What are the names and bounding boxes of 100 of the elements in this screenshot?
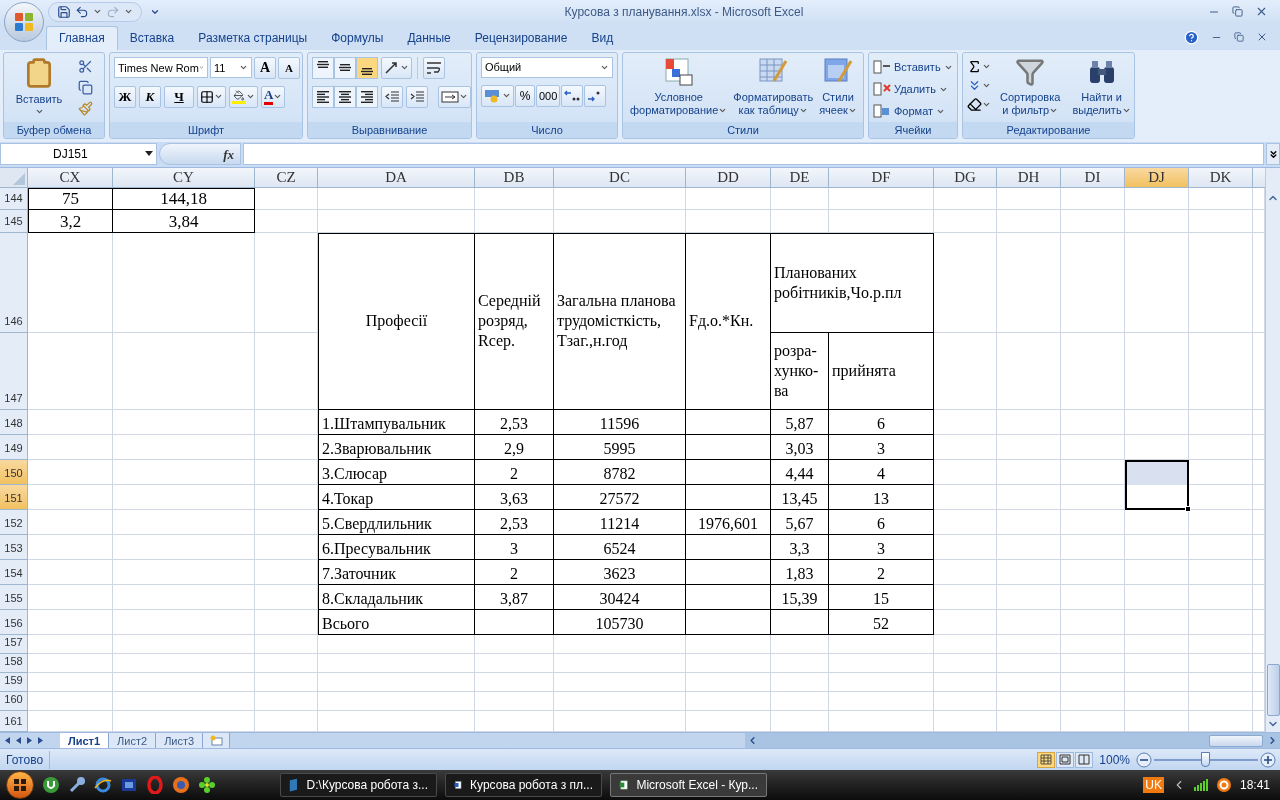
table-cell: 2: [475, 559, 554, 585]
table-cell: 13,45: [771, 484, 829, 510]
thousands-button[interactable]: 000: [536, 84, 561, 107]
table-cell: 3,87: [475, 584, 554, 610]
row-header[interactable]: 148: [0, 409, 28, 435]
table-cell: 6: [829, 509, 934, 535]
table-cell: 30424: [554, 584, 686, 610]
editing-button[interactable]: Сортировка и фильтр: [997, 56, 1064, 117]
taskbar-button[interactable]: Microsoft Excel - Кур...: [610, 773, 767, 798]
table-cell: 11596: [554, 409, 686, 435]
ribbon-tab[interactable]: Вид: [579, 25, 626, 50]
table-cell: 6524: [554, 534, 686, 560]
table-cell: 2: [475, 459, 554, 485]
table-cell: 5,67: [771, 509, 829, 535]
column-header[interactable]: DK: [1189, 167, 1253, 188]
ribbon-tab[interactable]: Данные: [395, 25, 463, 50]
ribbon-tab[interactable]: Рецензирование: [462, 25, 580, 50]
row-header[interactable]: 146: [0, 232, 28, 333]
table-cell: 3: [829, 534, 934, 560]
sheet-tab[interactable]: Лист2: [109, 733, 157, 749]
row-header[interactable]: 145: [0, 209, 28, 233]
row-header[interactable]: 154: [0, 559, 28, 585]
table-cell: Загальна планова трудомісткість, Тзаг.,н.год: [554, 232, 686, 410]
percent-button[interactable]: %: [515, 84, 535, 107]
column-header[interactable]: CZ: [255, 167, 318, 188]
bold-button[interactable]: Ж: [114, 85, 136, 108]
row-header[interactable]: 150: [0, 459, 28, 485]
ribbon-tab[interactable]: Разметка страницы: [186, 25, 320, 50]
name-box[interactable]: DJ151: [0, 143, 157, 166]
table-cell: 105730: [554, 609, 686, 635]
column-header[interactable]: DF: [829, 167, 934, 188]
row-header[interactable]: 152: [0, 509, 28, 535]
window-title: Курсова з планування.xlsx - Microsoft Excel: [563, 3, 805, 21]
font-size-field[interactable]: 11: [210, 57, 252, 79]
column-header[interactable]: DG: [934, 167, 997, 188]
column-header[interactable]: DJ: [1125, 167, 1189, 188]
row-header[interactable]: 149: [0, 434, 28, 460]
styles-button[interactable]: Стили ячеек: [816, 56, 860, 117]
cells-button[interactable]: Формат: [873, 100, 953, 122]
table-cell: 3,3: [771, 534, 829, 560]
row-header[interactable]: 155: [0, 584, 28, 610]
column-header[interactable]: DC: [554, 167, 686, 188]
table-cell: 3.Слюсар: [318, 459, 475, 485]
table-cell: 15: [829, 584, 934, 610]
zoom-level[interactable]: 100%: [1099, 750, 1130, 769]
table-cell: 13: [829, 484, 934, 510]
grow-font-button[interactable]: A: [254, 56, 276, 79]
table-cell: 4.Токар: [318, 484, 475, 510]
row-header[interactable]: 156: [0, 609, 28, 635]
sheet-tab[interactable]: Лист3: [156, 733, 204, 749]
underline-button[interactable]: Ч: [164, 85, 194, 108]
column-header[interactable]: DD: [686, 167, 771, 188]
row-header[interactable]: 153: [0, 534, 28, 560]
row-header[interactable]: 147: [0, 332, 28, 410]
table-cell: 6: [829, 409, 934, 435]
editing-button[interactable]: Найти и выделить: [1069, 56, 1134, 117]
column-header[interactable]: CY: [113, 167, 255, 188]
table-cell: 8782: [554, 459, 686, 485]
cells-button[interactable]: Вставить: [873, 56, 953, 78]
font-color-button[interactable]: A: [261, 85, 286, 108]
table-cell: 2,9: [475, 434, 554, 460]
styles-button[interactable]: Форматировать как таблицу: [730, 56, 817, 117]
column-header[interactable]: CX: [28, 167, 113, 188]
table-cell: 5,87: [771, 409, 829, 435]
table-cell: 5995: [554, 434, 686, 460]
table-cell: Планованих робітників,Чо.р.пл: [771, 232, 934, 333]
table-cell: 52: [829, 609, 934, 635]
row-header[interactable]: 161: [0, 710, 28, 733]
column-header[interactable]: DB: [475, 167, 554, 188]
row-header[interactable]: 151: [0, 484, 28, 510]
number-format-field[interactable]: Общий: [481, 56, 613, 78]
insert-function-button[interactable]: fx: [223, 144, 234, 165]
cells-button[interactable]: Удалить: [873, 78, 953, 100]
paste-button[interactable]: Вставить: [8, 56, 70, 117]
font-name-field[interactable]: Times New Rom: [114, 57, 208, 79]
table-cell: 8.Складальник: [318, 584, 475, 610]
table-cell: 15,39: [771, 584, 829, 610]
taskbar-button[interactable]: D:\Курсова робота з...: [280, 773, 437, 798]
table-cell: 75: [28, 187, 113, 210]
group-label: Число: [477, 121, 617, 138]
column-header[interactable]: DH: [997, 167, 1061, 188]
ribbon-tab[interactable]: Главная: [46, 25, 118, 50]
ribbon-tab[interactable]: Формулы: [319, 25, 396, 50]
row-header[interactable]: 144: [0, 187, 28, 210]
sheet-tab[interactable]: Лист1: [60, 733, 110, 749]
ribbon-tab[interactable]: Вставка: [117, 25, 187, 50]
column-header[interactable]: DA: [318, 167, 475, 188]
table-cell: 3,2: [28, 209, 113, 233]
italic-button[interactable]: К: [139, 85, 161, 108]
table-cell: 3,84: [113, 209, 255, 233]
table-cell: 2,53: [475, 509, 554, 535]
styles-button[interactable]: Условное форматирование: [627, 56, 731, 117]
table-cell: 7.Заточник: [318, 559, 475, 585]
table-cell: 4: [829, 459, 934, 485]
shrink-font-button[interactable]: A: [278, 56, 300, 79]
taskbar-button[interactable]: Курсова робота з пл...: [445, 773, 602, 798]
column-header[interactable]: DI: [1061, 167, 1125, 188]
column-header[interactable]: DE: [771, 167, 829, 188]
group-label: Шрифт: [110, 121, 302, 138]
table-cell: 144,18: [113, 187, 255, 210]
